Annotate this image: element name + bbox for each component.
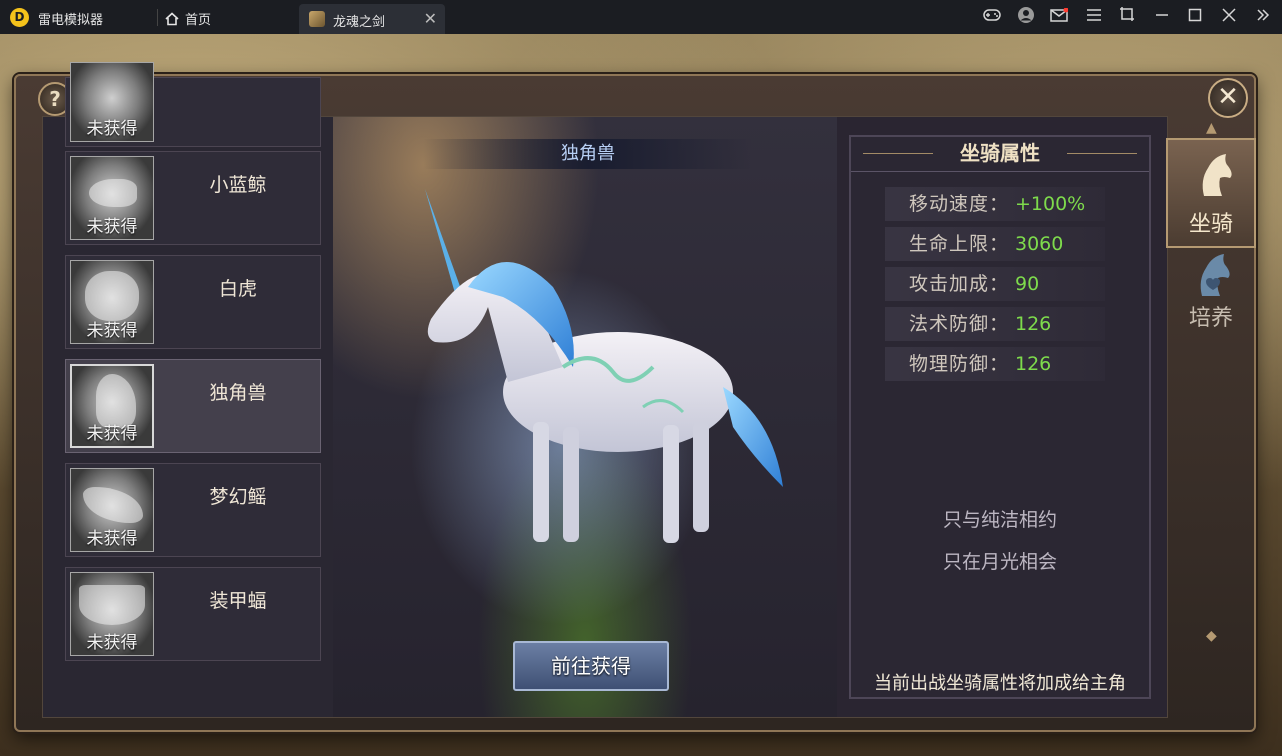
game-tab-label: 龙魂之剑	[333, 15, 386, 30]
attr-label: 移动速度：	[909, 193, 1010, 215]
attr-value: 3060	[1015, 233, 1064, 255]
mount-name: 独角兽	[209, 382, 267, 404]
whale-silhouette-icon	[89, 179, 137, 207]
mount-thumbnail: 未获得	[70, 156, 154, 240]
expand-sidebar-icon[interactable]	[1252, 6, 1274, 28]
emulator-titlebar: D 雷电模拟器 首页 龙魂之剑 ✕	[0, 0, 1282, 34]
horse-head-heart-icon	[1200, 254, 1230, 296]
tab-cultivate[interactable]: 培养	[1166, 248, 1256, 358]
mount-name: 白虎	[218, 278, 257, 300]
emulator-logo-icon: D	[10, 8, 29, 27]
lore-line: 只与纯洁相约	[942, 509, 1057, 531]
tab-mount[interactable]: 坐骑	[1166, 138, 1256, 248]
mount-thumbnail: 未获得	[70, 260, 154, 344]
attr-value: 126	[1015, 313, 1052, 335]
attr-row-move-speed: 移动速度： +100%	[885, 187, 1105, 221]
tab-cultivate-label: 培养	[1188, 306, 1233, 331]
mount-status-label: 未获得	[86, 424, 138, 444]
attr-row-max-hp: 生命上限： 3060	[885, 227, 1105, 261]
mount-thumbnail: 未获得	[70, 62, 154, 142]
tab-mount-label: 坐骑	[1188, 212, 1233, 237]
home-tab-label: 首页	[185, 13, 212, 28]
mail-icon[interactable]	[1048, 6, 1070, 28]
mount-panel: ? 坐骑 ✕ 未获得 未获得 小蓝鲸 未获得	[14, 62, 1256, 732]
mount-name: 装甲蝠	[209, 590, 267, 612]
mount-list-item-white-tiger[interactable]: 未获得 白虎	[65, 255, 321, 349]
horse-head-icon	[1202, 154, 1232, 196]
game-tab[interactable]: 龙魂之剑 ✕	[299, 4, 445, 34]
attr-label: 攻击加成：	[909, 273, 1010, 295]
mount-list-item[interactable]: 未获得	[65, 62, 321, 147]
attr-value: 126	[1015, 353, 1052, 375]
mount-status-label: 未获得	[86, 529, 138, 549]
attr-row-physical-defense: 物理防御： 126	[885, 347, 1105, 381]
preview-mount-name: 独角兽	[423, 139, 753, 169]
mount-status-label: 未获得	[86, 633, 138, 653]
mount-list-item-unicorn[interactable]: 未获得 独角兽	[65, 359, 321, 453]
mount-thumbnail: 未获得	[70, 468, 154, 552]
attributes-title: 坐骑属性	[960, 141, 1040, 165]
header-ornament-left	[863, 153, 933, 154]
mount-list[interactable]: 未获得 未获得 小蓝鲸 未获得 白虎 未获得 独角兽 未获得 梦幻鳐 未获得 装…	[43, 62, 333, 717]
tab-close-icon[interactable]: ✕	[424, 9, 437, 28]
mount-status-label: 未获得	[86, 321, 138, 341]
scroll-up-icon[interactable]: ▲	[1206, 120, 1217, 136]
mount-preview: 独角兽 前往获得	[333, 117, 837, 717]
mount-list-item-armored-bat[interactable]: 未获得 装甲蝠	[65, 567, 321, 661]
bonus-note: 当前出战坐骑属性将加成给主角	[874, 673, 1126, 694]
menu-icon[interactable]	[1083, 6, 1105, 28]
attributes-header: 坐骑属性	[851, 137, 1149, 172]
window-close-icon[interactable]	[1218, 6, 1240, 28]
mount-thumbnail: 未获得	[70, 364, 154, 448]
attr-label: 物理防御：	[909, 353, 1010, 375]
attr-value: 90	[1015, 273, 1040, 295]
mount-attributes-panel: 坐骑属性 移动速度： +100% 生命上限： 3060 攻击加成： 90 法术防…	[849, 135, 1151, 699]
mount-list-item-little-blue-whale[interactable]: 未获得 小蓝鲸	[65, 151, 321, 245]
mount-name: 梦幻鳐	[209, 486, 267, 508]
mount-name: 小蓝鲸	[209, 174, 267, 196]
maximize-icon[interactable]	[1184, 6, 1206, 28]
game-tab-icon	[309, 11, 325, 27]
lore-line: 只在月光相会	[942, 551, 1057, 573]
mount-status-label: 未获得	[86, 119, 138, 139]
gamepad-icon[interactable]	[981, 6, 1003, 28]
attr-value: +100%	[1015, 193, 1086, 215]
panel-content: 未获得 未获得 小蓝鲸 未获得 白虎 未获得 独角兽 未获得 梦幻鳐 未获得 装…	[42, 62, 1168, 718]
mount-status-label: 未获得	[86, 217, 138, 237]
goto-acquire-button[interactable]: 前往获得	[513, 641, 669, 691]
user-avatar-icon[interactable]	[1015, 6, 1037, 28]
unicorn-model-icon[interactable]	[413, 167, 793, 567]
mount-thumbnail: 未获得	[70, 572, 154, 656]
scroll-down-icon[interactable]: ◆	[1206, 628, 1217, 644]
attr-label: 法术防御：	[909, 313, 1010, 335]
tiger-silhouette-icon	[85, 271, 139, 321]
attr-row-attack-bonus: 攻击加成： 90	[885, 267, 1105, 301]
attr-row-magic-defense: 法术防御： 126	[885, 307, 1105, 341]
ray-silhouette-icon	[83, 487, 143, 523]
screenshot-crop-icon[interactable]	[1116, 6, 1138, 28]
attr-label: 生命上限：	[909, 233, 1010, 255]
header-ornament-right	[1067, 153, 1137, 154]
minimize-icon[interactable]	[1151, 6, 1173, 28]
bat-silhouette-icon	[79, 585, 145, 625]
home-tab[interactable]: 首页	[165, 9, 211, 28]
home-icon	[165, 11, 179, 25]
titlebar-divider	[157, 9, 158, 26]
emulator-app-name: 雷电模拟器	[38, 13, 104, 28]
panel-close-button[interactable]: ✕	[1208, 78, 1248, 118]
mount-list-item-dream-ray[interactable]: 未获得 梦幻鳐	[65, 463, 321, 557]
